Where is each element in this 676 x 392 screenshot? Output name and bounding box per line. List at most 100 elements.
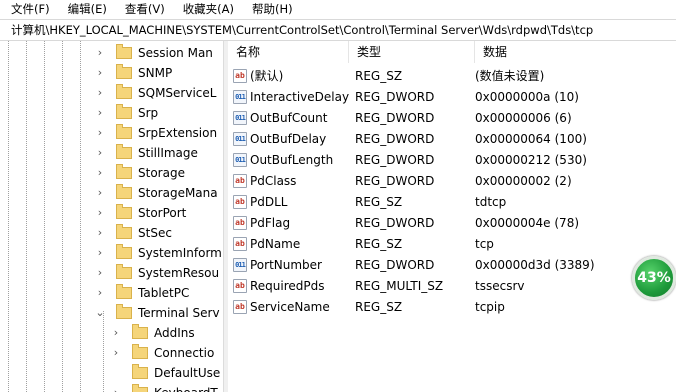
tree-item[interactable]: ⌄ Terminal Serv bbox=[94, 302, 220, 323]
chevron-right-icon[interactable]: › bbox=[94, 146, 106, 159]
chevron-right-icon[interactable]: › bbox=[94, 206, 106, 219]
folder-icon bbox=[116, 203, 132, 219]
registry-tree[interactable]: › Session Man › SNMP › SQMServiceL › Srp › SrpExt… bbox=[0, 41, 223, 392]
chevron-right-icon[interactable]: › bbox=[110, 346, 122, 359]
chevron-right-icon[interactable]: › bbox=[94, 126, 106, 139]
value-name-cell: ab PdName bbox=[228, 236, 350, 251]
value-data: 0x00000d3d (3389) bbox=[475, 257, 595, 272]
value-row[interactable]: 011 OutBufDelay REG_DWORD 0x00000064 (100) bbox=[228, 128, 676, 149]
tree-item[interactable]: › SrpExtension bbox=[94, 122, 217, 143]
chevron-right-icon[interactable]: › bbox=[94, 86, 106, 99]
string-value-icon: ab bbox=[233, 68, 247, 83]
value-row[interactable]: ab PdClass REG_DWORD 0x00000002 (2) bbox=[228, 170, 676, 191]
folder-icon bbox=[116, 63, 132, 79]
chevron-down-icon[interactable]: ⌄ bbox=[94, 306, 106, 319]
value-name-cell: ab PdDLL bbox=[228, 194, 350, 209]
tree-item[interactable]: › Connectio bbox=[110, 342, 214, 363]
value-row[interactable]: ab PdDLL REG_SZ tdtcp bbox=[228, 191, 676, 212]
tree-item[interactable]: › SystemInform bbox=[94, 242, 222, 263]
value-type: REG_SZ bbox=[355, 68, 403, 83]
value-name: PortNumber bbox=[250, 257, 322, 272]
value-row[interactable]: ab RequiredPds REG_MULTI_SZ tssecsrv bbox=[228, 275, 676, 296]
address-path[interactable]: 计算机\HKEY_LOCAL_MACHINE\SYSTEM\CurrentCon… bbox=[0, 22, 593, 38]
tree-guide-line bbox=[8, 41, 9, 392]
tree-item[interactable]: › Storage bbox=[94, 162, 185, 183]
folder-icon bbox=[116, 183, 132, 199]
folder-icon bbox=[116, 83, 132, 99]
tree-item[interactable]: › KeyboardT bbox=[110, 382, 218, 392]
menu-help[interactable]: 帮助(H) bbox=[241, 0, 300, 19]
value-name-cell: ab RequiredPds bbox=[228, 278, 350, 293]
column-header-type[interactable]: 类型 bbox=[348, 41, 474, 63]
value-data: (数值未设置) bbox=[475, 69, 545, 83]
value-data: 0x00000212 (530) bbox=[475, 152, 587, 167]
tree-item[interactable]: › SystemResou bbox=[94, 262, 219, 283]
tree-guide-line bbox=[103, 311, 104, 392]
chevron-right-icon[interactable]: › bbox=[110, 326, 122, 339]
tree-item[interactable]: › Session Man bbox=[94, 42, 213, 63]
folder-icon bbox=[116, 303, 132, 319]
chevron-right-icon[interactable]: › bbox=[94, 166, 106, 179]
value-type: REG_DWORD bbox=[355, 257, 435, 272]
string-value-icon: ab bbox=[233, 236, 247, 251]
value-type: REG_DWORD bbox=[355, 152, 435, 167]
menu-bar: 文件(F) 编辑(E) 查看(V) 收藏夹(A) 帮助(H) bbox=[0, 0, 676, 19]
chevron-right-icon[interactable]: › bbox=[94, 106, 106, 119]
value-name-cell: ab ServiceName bbox=[228, 299, 350, 314]
column-header-data[interactable]: 数据 bbox=[474, 41, 676, 63]
tree-item[interactable]: › AddIns bbox=[110, 322, 195, 343]
value-row[interactable]: 011 OutBufLength REG_DWORD 0x00000212 (530) bbox=[228, 149, 676, 170]
binary-value-icon: 011 bbox=[233, 152, 247, 167]
tree-item[interactable]: › StorageMana bbox=[94, 182, 218, 203]
tree-item-label: KeyboardT bbox=[154, 386, 218, 392]
tree-guide-line bbox=[26, 41, 27, 392]
value-name: PdClass bbox=[250, 173, 297, 188]
menu-view[interactable]: 查看(V) bbox=[114, 0, 172, 19]
chevron-right-icon[interactable]: › bbox=[94, 246, 106, 259]
binary-value-icon: 011 bbox=[233, 131, 247, 146]
chevron-right-icon[interactable]: › bbox=[94, 266, 106, 279]
tree-item[interactable]: › SNMP bbox=[94, 62, 172, 83]
tree-item[interactable]: › Srp bbox=[94, 102, 158, 123]
tree-item-label: AddIns bbox=[154, 325, 195, 340]
chevron-right-icon[interactable]: › bbox=[94, 66, 106, 79]
tree-item[interactable]: › TabletPC bbox=[94, 282, 189, 303]
tree-item[interactable]: › StSec bbox=[94, 222, 172, 243]
tree-item[interactable]: DefaultUse bbox=[110, 362, 220, 383]
value-data: tdtcp bbox=[475, 194, 507, 209]
column-header-name[interactable]: 名称 bbox=[228, 41, 348, 63]
value-row[interactable]: 011 PortNumber REG_DWORD 0x00000d3d (3389) bbox=[228, 254, 676, 275]
tree-item[interactable]: › StorPort bbox=[94, 202, 186, 223]
chevron-right-icon[interactable]: › bbox=[94, 46, 106, 59]
string-value-icon: ab bbox=[233, 215, 247, 230]
value-row[interactable]: 011 InteractiveDelay REG_DWORD 0x0000000a (… bbox=[228, 86, 676, 107]
address-bar[interactable]: 计算机\HKEY_LOCAL_MACHINE\SYSTEM\CurrentCon… bbox=[0, 19, 676, 41]
menu-file[interactable]: 文件(F) bbox=[0, 0, 57, 19]
chevron-right-icon[interactable]: › bbox=[94, 226, 106, 239]
value-row[interactable]: ab PdFlag REG_DWORD 0x0000004e (78) bbox=[228, 212, 676, 233]
tree-item-label: TabletPC bbox=[138, 285, 190, 300]
menu-edit[interactable]: 编辑(E) bbox=[57, 0, 114, 19]
chevron-right-icon[interactable]: › bbox=[110, 386, 122, 392]
value-name: PdFlag bbox=[250, 215, 291, 230]
value-name-cell: 011 OutBufDelay bbox=[228, 131, 350, 146]
folder-icon bbox=[116, 243, 132, 259]
chevron-right-icon[interactable]: › bbox=[94, 186, 106, 199]
tree-item[interactable]: › StillImage bbox=[94, 142, 198, 163]
tree-guide-line bbox=[44, 41, 45, 392]
value-row[interactable]: ab ServiceName REG_SZ tcpip bbox=[228, 296, 676, 317]
value-row[interactable]: ab (默认) REG_SZ (数值未设置) bbox=[228, 65, 676, 86]
tree-item-label: Terminal Serv bbox=[138, 305, 220, 320]
values-list[interactable]: 名称 类型 数据 ab (默认) REG_SZ (数值未设置) 011 Interacti… bbox=[228, 41, 676, 392]
tree-item-label: StorPort bbox=[138, 205, 187, 220]
tree-item-label: SrpExtension bbox=[138, 125, 218, 140]
value-name-cell: 011 InteractiveDelay bbox=[228, 89, 350, 104]
menu-favorites[interactable]: 收藏夹(A) bbox=[172, 0, 241, 19]
value-row[interactable]: ab PdName REG_SZ tcp bbox=[228, 233, 676, 254]
binary-value-icon: 011 bbox=[233, 89, 247, 104]
chevron-right-icon[interactable]: › bbox=[94, 286, 106, 299]
value-name-cell: ab (默认) bbox=[228, 67, 350, 84]
tree-item[interactable]: › SQMServiceL bbox=[94, 82, 216, 103]
value-row[interactable]: 011 OutBufCount REG_DWORD 0x00000006 (6) bbox=[228, 107, 676, 128]
value-name: OutBufCount bbox=[250, 110, 328, 125]
